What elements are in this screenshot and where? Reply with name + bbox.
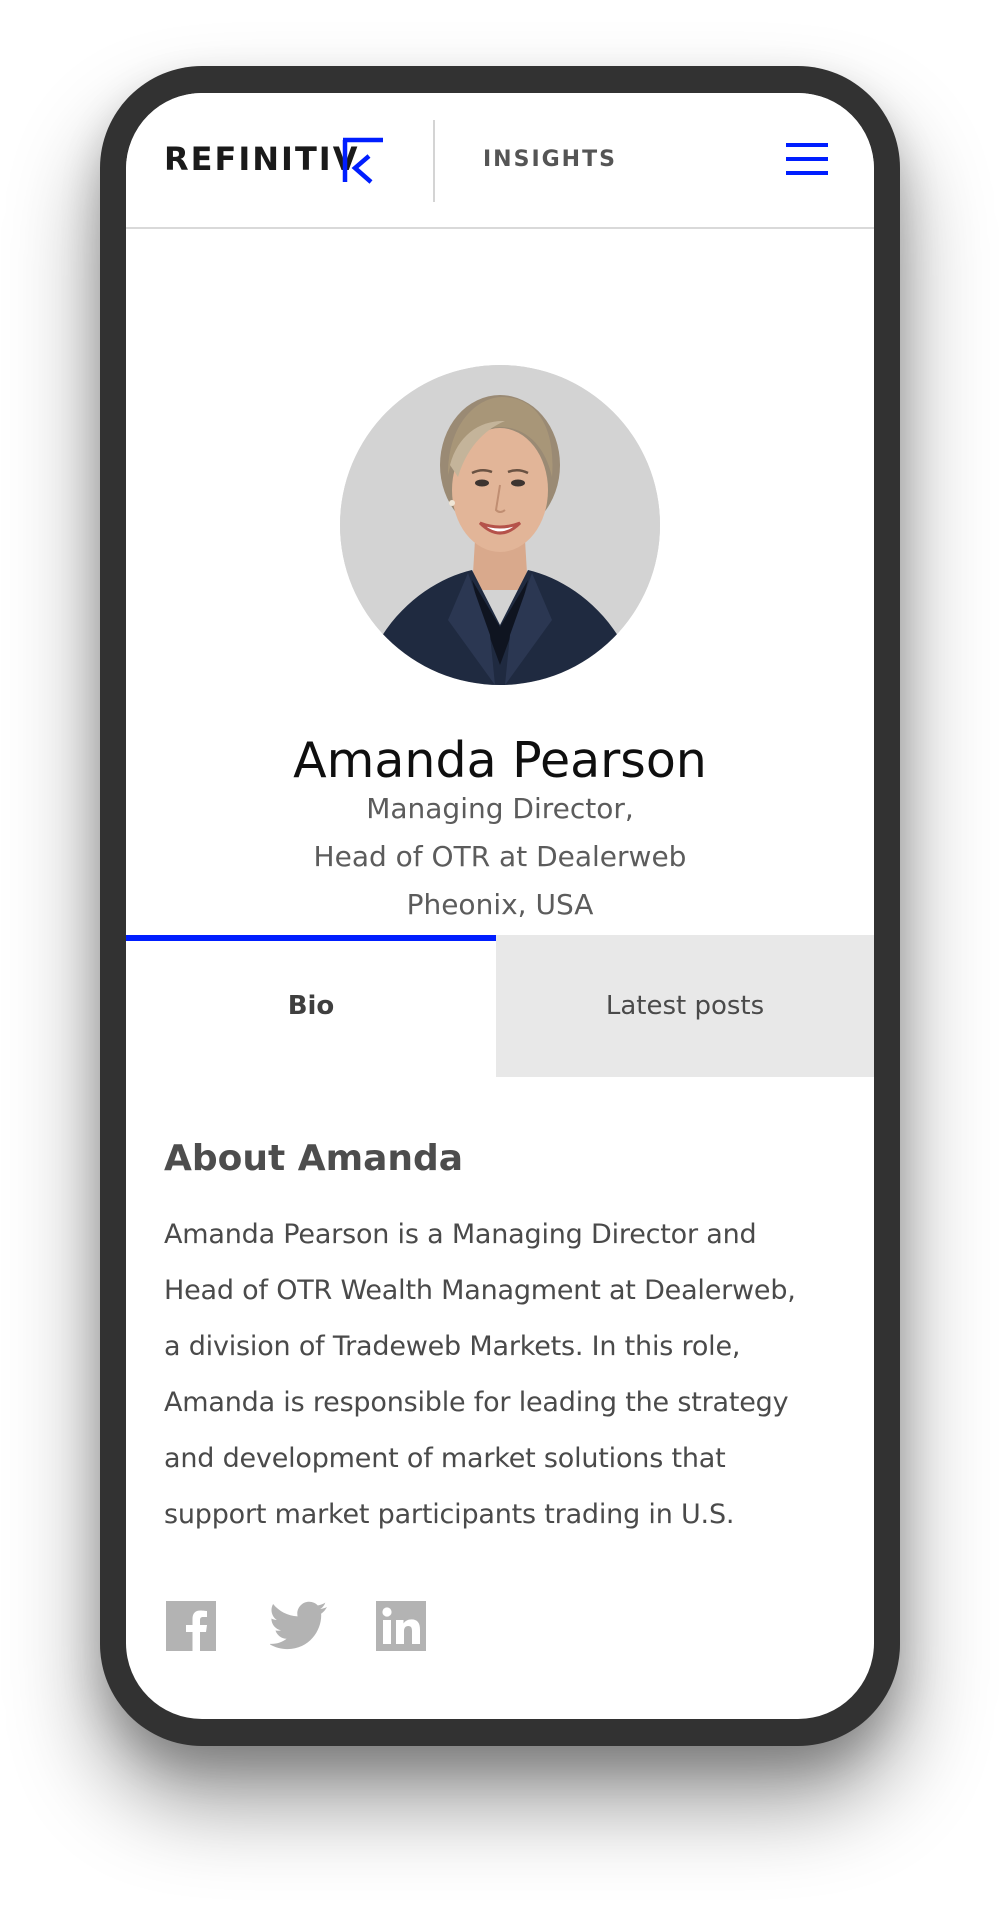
- bio-line: Amanda Pearson is a Managing Director an…: [164, 1219, 757, 1250]
- bio-paragraph: Amanda Pearson is a Managing Director an…: [164, 1207, 854, 1543]
- tab-bio-label: Bio: [287, 991, 335, 1021]
- tab-latest-posts[interactable]: Latest posts: [496, 935, 874, 1077]
- hamburger-menu-icon[interactable]: [786, 141, 828, 177]
- avatar: [340, 365, 660, 685]
- header-divider: [433, 120, 435, 202]
- bio-line: Head of OTR Wealth Managment at Dealerwe…: [164, 1275, 796, 1306]
- brand-logo-text[interactable]: REFINITIV: [164, 139, 359, 179]
- portrait-image: [340, 365, 660, 685]
- page: REFINITIV INSIGHTS Amanda Pearson Managi…: [0, 0, 1000, 1916]
- tab-bio[interactable]: Bio: [126, 935, 496, 1077]
- facebook-icon[interactable]: [166, 1601, 216, 1653]
- refinitiv-logo-icon[interactable]: [339, 136, 389, 184]
- profile-role-line-2: Head of OTR at Dealerweb: [313, 840, 687, 873]
- phone-screen: REFINITIV INSIGHTS Amanda Pearson Managi…: [126, 93, 874, 1719]
- twitter-icon[interactable]: [270, 1601, 328, 1653]
- profile-location: Pheonix, USA: [406, 888, 594, 921]
- phone-frame: REFINITIV INSIGHTS Amanda Pearson Managi…: [100, 66, 900, 1746]
- about-heading: About Amanda: [164, 1138, 464, 1179]
- top-header: REFINITIV INSIGHTS: [126, 93, 874, 229]
- linkedin-icon[interactable]: [376, 1601, 426, 1653]
- tab-latest-posts-label: Latest posts: [605, 991, 765, 1021]
- profile-role-line-1: Managing Director,: [366, 792, 634, 825]
- bio-line: a division of Tradeweb Markets. In this …: [164, 1331, 741, 1362]
- profile-name: Amanda Pearson: [293, 732, 707, 789]
- bio-line: Amanda is responsible for leading the st…: [164, 1387, 789, 1418]
- bio-line: support market participants trading in U…: [164, 1499, 735, 1530]
- bio-line: and development of market solutions that: [164, 1443, 726, 1474]
- section-label-insights[interactable]: INSIGHTS: [483, 145, 617, 175]
